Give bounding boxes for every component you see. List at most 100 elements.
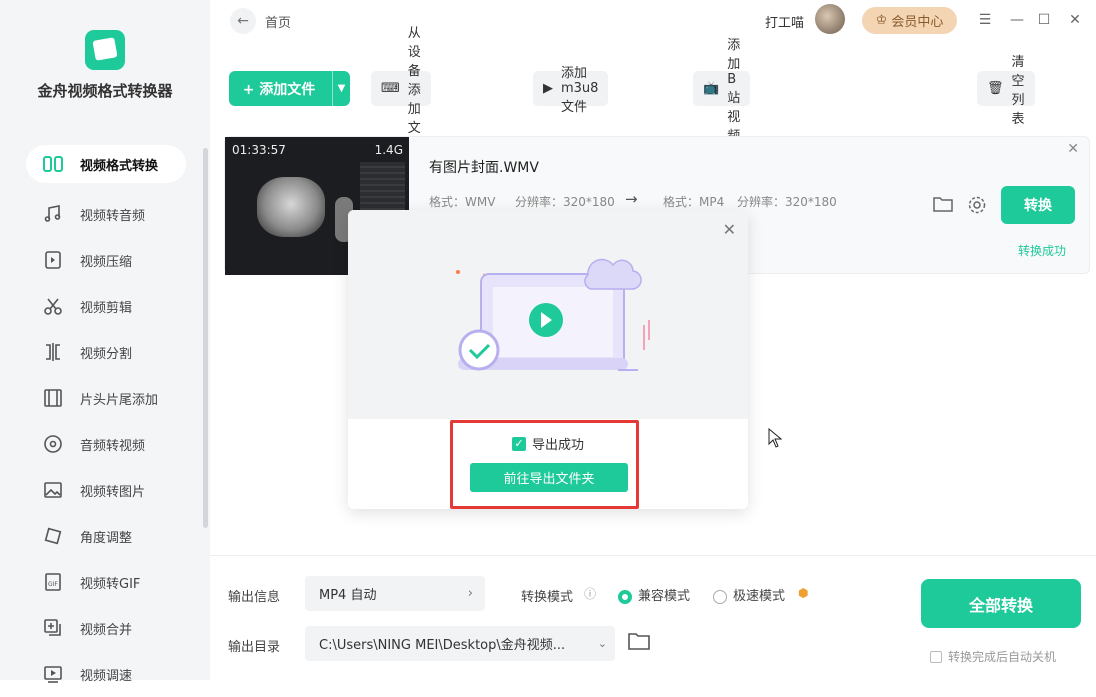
gear-icon[interactable] [967, 195, 989, 217]
sidebar-nav: 视频格式转换 视频转音频 视频压缩 视频剪辑 视频分割 片头片尾添加 音频转视频 [26, 145, 186, 697]
sidebar-item-label: 视频压缩 [80, 254, 133, 270]
username[interactable]: 打工喵 [765, 12, 804, 31]
breadcrumb[interactable]: 首页 [265, 12, 291, 31]
video-duration: 01:33:57 [232, 143, 286, 157]
sidebar-item-video-to-gif[interactable]: GIF 视频转GIF [26, 559, 186, 605]
highlight-box [450, 420, 639, 509]
convert-mode-label: 转换模式 [521, 590, 574, 605]
radio-off-icon [713, 589, 727, 604]
add-m3u8-button[interactable]: ▶ 添加m3u8文件 [533, 66, 609, 115]
sidebar-item-label: 视频转图片 [80, 484, 146, 500]
sidebar-item-label: 视频调速 [80, 668, 133, 684]
gif-icon: GIF [42, 571, 64, 593]
auto-shutdown-label: 转换完成后自动关机 [948, 650, 1057, 664]
split-icon [42, 341, 64, 363]
avatar[interactable] [815, 4, 845, 34]
sidebar-scrollbar[interactable] [203, 148, 208, 528]
mode-fast-radio[interactable]: 极速模式 [713, 585, 785, 604]
sidebar-item-label: 视频格式转换 [80, 158, 159, 174]
merge-icon [42, 617, 64, 639]
target-resolution: 分辨率：320*180 [737, 195, 837, 209]
sidebar-item-intro-outro[interactable]: 片头片尾添加 [26, 375, 186, 421]
sidebar-item-merge[interactable]: 视频合并 [26, 605, 186, 651]
arrow-right-icon: → [625, 190, 638, 208]
close-dialog-icon[interactable]: ✕ [723, 220, 736, 239]
open-folder-icon[interactable] [628, 631, 650, 655]
trash-icon: 🗑 [987, 81, 1004, 96]
add-file-button[interactable]: + 添加文件 ▼ [229, 71, 350, 106]
add-m3u8-label: 添加m3u8文件 [561, 66, 599, 115]
sidebar-item-label: 角度调整 [80, 530, 133, 546]
convert-status: 转换成功 [1018, 244, 1067, 258]
sidebar-item-label: 片头片尾添加 [80, 392, 159, 408]
close-icon[interactable]: ✕ [1065, 10, 1085, 30]
sidebar-item-label: 视频分割 [80, 346, 133, 362]
remove-file-icon[interactable]: ✕ [1067, 141, 1079, 157]
source-format: 格式：WMV [429, 195, 496, 209]
chevron-down-icon[interactable]: ▼ [332, 71, 350, 106]
video-size: 1.4G [374, 143, 403, 157]
mode-compatible-radio[interactable]: 兼容模式 [618, 585, 690, 604]
film-icon [42, 387, 64, 409]
chevron-down-icon: ⌄ [597, 637, 607, 650]
speed-icon [42, 663, 64, 685]
sidebar-item-rotate[interactable]: 角度调整 [26, 513, 186, 559]
mode-fast-label: 极速模式 [733, 589, 786, 604]
sidebar-item-format-convert[interactable]: 视频格式转换 [26, 145, 186, 183]
vip-label: 会员中心 [891, 15, 944, 30]
target-format: 格式：MP4 [663, 195, 725, 209]
sidebar-item-label: 音频转视频 [80, 438, 146, 454]
maximize-icon[interactable]: ☐ [1034, 10, 1054, 30]
info-icon[interactable]: ⓘ [584, 585, 596, 602]
source-resolution: 分辨率：320*180 [515, 195, 615, 209]
sidebar-item-audio-to-video[interactable]: 音频转视频 [26, 421, 186, 467]
crown-icon: ♔ [875, 13, 888, 28]
chevron-right-icon: › [467, 586, 473, 601]
add-file-label: + 添加文件 [242, 81, 316, 98]
output-format-value: MP4 自动 [319, 588, 377, 603]
convert-button[interactable]: 转换 [1001, 186, 1075, 224]
auto-shutdown-option[interactable]: 转换完成后自动关机 [930, 648, 1056, 665]
add-from-device-button[interactable]: ⌨ 从设备添加文件 [371, 26, 431, 155]
disc-icon [42, 433, 64, 455]
sidebar-item-label: 视频合并 [80, 622, 133, 638]
output-dir-label: 输出目录 [228, 640, 281, 655]
device-icon: ⌨ [381, 81, 400, 96]
vip-center-button[interactable]: ♔ 会员中心 [862, 7, 957, 34]
app-title: 金舟视频格式转换器 [37, 82, 173, 100]
folder-icon[interactable] [933, 195, 955, 217]
sidebar-item-edit[interactable]: 视频剪辑 [26, 283, 186, 329]
radio-on-icon [618, 589, 632, 604]
tv-icon: 📺 [703, 81, 720, 96]
music-icon [42, 203, 64, 225]
scissors-icon [42, 295, 64, 317]
minimize-icon[interactable]: — [1007, 10, 1027, 30]
back-arrow-icon[interactable]: ← [230, 8, 256, 34]
add-bilibili-label: 添加B站视频 [727, 37, 741, 144]
output-format-select[interactable]: MP4 自动 › [305, 576, 485, 611]
output-dir-select[interactable]: C:\Users\NING MEI\Desktop\金舟视频... ⌄ [305, 626, 615, 661]
clear-list-button[interactable]: 🗑 清空列表 [977, 55, 1035, 127]
menu-icon[interactable]: ☰ [975, 10, 995, 30]
vip-badge-icon: ⬢ [798, 586, 809, 600]
output-dir-value: C:\Users\NING MEI\Desktop\金舟视频... [319, 638, 566, 653]
sidebar-item-speed[interactable]: 视频调速 [26, 651, 186, 697]
rotate-icon [42, 525, 64, 547]
sidebar-item-video-to-image[interactable]: 视频转图片 [26, 467, 186, 513]
output-settings-bar: 输出信息 MP4 自动 › 转换模式 ⓘ 兼容模式 极速模式 ⬢ 输出目录 C:… [210, 555, 1096, 680]
clear-list-label: 清空列表 [1011, 54, 1025, 127]
sidebar-item-label: 视频转GIF [80, 576, 141, 592]
mode-compatible-label: 兼容模式 [638, 589, 691, 604]
svg-text:GIF: GIF [48, 581, 58, 588]
sidebar-item-video-to-audio[interactable]: 视频转音频 [26, 191, 186, 237]
sidebar-item-label: 视频转音频 [80, 208, 146, 224]
sidebar-item-split[interactable]: 视频分割 [26, 329, 186, 375]
add-bilibili-button[interactable]: 📺 添加B站视频 [693, 38, 751, 144]
file-name: 有图片封面.WMV [429, 160, 539, 176]
sidebar-item-compress[interactable]: 视频压缩 [26, 237, 186, 283]
mouse-cursor-icon [768, 428, 782, 448]
convert-icon [42, 153, 64, 175]
compress-icon [42, 249, 64, 271]
sidebar-item-label: 视频剪辑 [80, 300, 133, 316]
convert-all-button[interactable]: 全部转换 [921, 579, 1081, 628]
